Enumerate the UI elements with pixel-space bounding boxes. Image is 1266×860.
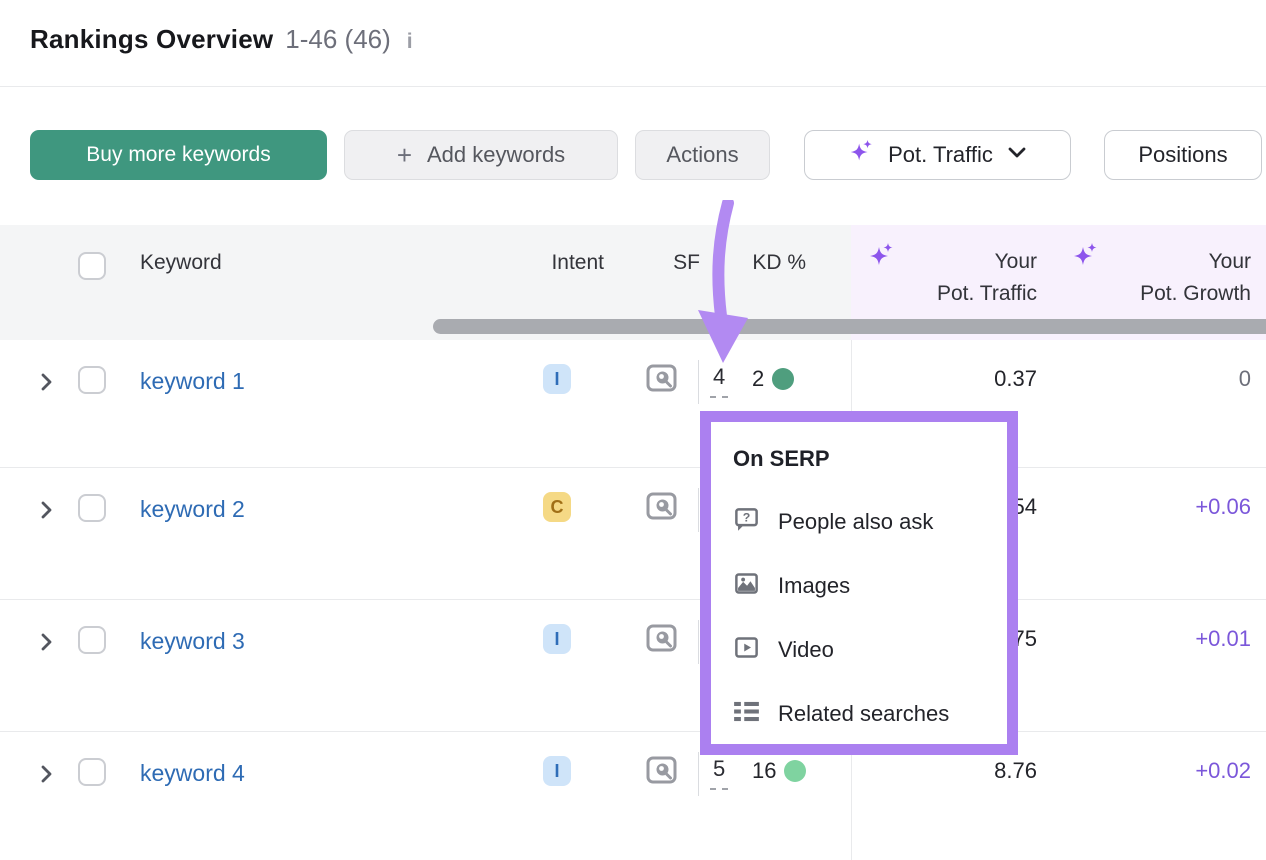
pot-traffic-dropdown[interactable]: Pot. Traffic: [804, 130, 1071, 180]
buy-more-keywords-button[interactable]: Buy more keywords: [30, 130, 327, 180]
pot-growth-value: 0: [1239, 366, 1251, 392]
rankings-overview-screen: Rankings Overview 1-46 (46) i Buy more k…: [0, 0, 1266, 860]
pot-growth-value: +0.01: [1195, 626, 1251, 652]
actions-button[interactable]: Actions: [635, 130, 770, 180]
related-searches-icon: [733, 698, 760, 731]
expand-chevron-icon[interactable]: [36, 764, 56, 789]
popup-title: On SERP: [733, 446, 1007, 472]
popup-item: Related searches: [733, 682, 1007, 744]
table-header: Keyword Intent SF KD % Your Pot. Traffic…: [0, 225, 1266, 340]
serp-features-icon[interactable]: [646, 624, 678, 659]
expand-chevron-icon[interactable]: [36, 372, 56, 397]
intent-badge: I: [543, 756, 571, 786]
row-checkbox[interactable]: [78, 626, 106, 654]
popup-item-label: Related searches: [778, 701, 949, 727]
keyword-link[interactable]: keyword 3: [140, 628, 245, 655]
actions-label: Actions: [666, 142, 738, 168]
kd-difficulty-dot: [772, 368, 794, 390]
column-header-keyword[interactable]: Keyword: [140, 251, 222, 275]
cell-divider: [698, 752, 699, 796]
sf-count[interactable]: 5: [710, 756, 728, 790]
intent-badge: I: [543, 624, 571, 654]
pot-traffic-line1: Your: [937, 246, 1037, 278]
add-keywords-button[interactable]: + Add keywords: [344, 130, 618, 180]
positions-label: Positions: [1138, 142, 1227, 168]
result-range: 1-46 (46): [285, 24, 391, 55]
pot-growth-line1: Your: [1140, 246, 1251, 278]
video-icon: [733, 634, 760, 667]
pot-traffic-line2: Pot. Traffic: [937, 278, 1037, 310]
column-header-intent[interactable]: Intent: [504, 251, 604, 275]
on-serp-popup-content: On SERP ? People also ask Images Video: [711, 422, 1007, 744]
table-row: keyword 3 I 75 +0.01: [0, 600, 1266, 732]
row-checkbox[interactable]: [78, 366, 106, 394]
popup-item-label: Images: [778, 573, 850, 599]
pot-growth-line2: Pot. Growth: [1140, 278, 1251, 310]
keyword-link[interactable]: keyword 1: [140, 368, 245, 395]
kd-difficulty-dot: [784, 760, 806, 782]
sparkle-icon: [847, 138, 875, 172]
column-header-pot-traffic[interactable]: Your Pot. Traffic: [937, 246, 1037, 310]
expand-chevron-icon[interactable]: [36, 500, 56, 525]
cell-divider: [698, 488, 699, 532]
row-checkbox[interactable]: [78, 494, 106, 522]
sparkle-icon: [1070, 241, 1100, 276]
table-row: keyword 2 C 54 +0.06: [0, 468, 1266, 600]
column-header-kd[interactable]: KD %: [700, 251, 806, 275]
keyword-link[interactable]: keyword 4: [140, 760, 245, 787]
popup-item-label: Video: [778, 637, 834, 663]
sf-count[interactable]: 4: [710, 364, 728, 398]
table-row: keyword 1 I 4 2 0.37 0: [0, 340, 1266, 468]
expand-chevron-icon[interactable]: [36, 632, 56, 657]
info-icon[interactable]: i: [407, 30, 413, 54]
column-header-pot-growth[interactable]: Your Pot. Growth: [1140, 246, 1251, 310]
pot-traffic-value: 8.76: [994, 758, 1037, 784]
sparkle-icon: [866, 241, 896, 276]
page-title: Rankings Overview: [30, 24, 273, 55]
pot-growth-value: +0.02: [1195, 758, 1251, 784]
buy-more-keywords-label: Buy more keywords: [86, 143, 270, 167]
plus-icon: +: [397, 142, 412, 168]
popup-item-label: People also ask: [778, 509, 933, 535]
popup-item: Video: [733, 618, 1007, 682]
add-keywords-label: Add keywords: [427, 142, 565, 168]
title-line: Rankings Overview 1-46 (46) i: [30, 24, 413, 55]
cell-divider: [698, 360, 699, 404]
row-checkbox[interactable]: [78, 758, 106, 786]
images-icon: [733, 570, 760, 603]
horizontal-scrollbar[interactable]: [433, 319, 1266, 334]
kd-cell: 16: [752, 758, 806, 784]
intent-badge: C: [543, 492, 571, 522]
table-body: keyword 1 I 4 2 0.37 0 keyword 2 C: [0, 340, 1266, 860]
pot-growth-value: +0.06: [1195, 494, 1251, 520]
column-header-sf[interactable]: SF: [620, 251, 700, 275]
intent-badge: I: [543, 364, 571, 394]
select-all-checkbox[interactable]: [78, 252, 106, 280]
serp-features-icon[interactable]: [646, 756, 678, 791]
svg-text:?: ?: [743, 510, 751, 524]
pot-traffic-dropdown-label: Pot. Traffic: [888, 142, 993, 168]
people-also-ask-icon: ?: [733, 506, 760, 539]
kd-value: 16: [752, 758, 776, 784]
cell-divider: [698, 620, 699, 664]
serp-features-icon[interactable]: [646, 492, 678, 527]
serp-features-icon[interactable]: [646, 364, 678, 399]
positions-button[interactable]: Positions: [1104, 130, 1262, 180]
kd-cell: 2: [752, 366, 794, 392]
kd-value: 2: [752, 366, 764, 392]
page-header: Rankings Overview 1-46 (46) i: [0, 0, 1266, 87]
popup-item: Images: [733, 554, 1007, 618]
pot-traffic-value: 0.37: [994, 366, 1037, 392]
table-row: keyword 4 I 5 16 8.76 +0.02: [0, 732, 1266, 860]
chevron-down-icon: [1006, 141, 1028, 169]
keyword-link[interactable]: keyword 2: [140, 496, 245, 523]
popup-item: ? People also ask: [733, 490, 1007, 554]
on-serp-popup: On SERP ? People also ask Images Video: [700, 411, 1018, 755]
